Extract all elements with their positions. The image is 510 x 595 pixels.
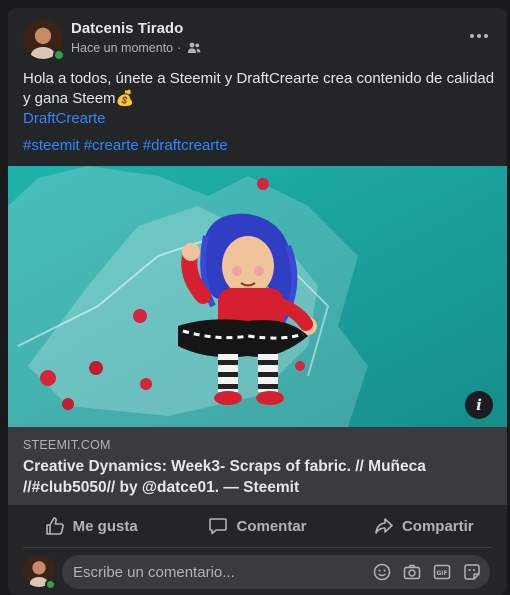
comment-composer: Escribe un comentario... GIF [8, 553, 507, 593]
post-text: Hola a todos, únete a Steemit y DraftCre… [23, 70, 495, 107]
hashtag[interactable]: #steemit [23, 137, 80, 154]
hashtag-list: #steemit #crearte #draftcrearte [23, 137, 228, 154]
friends-audience-icon[interactable] [187, 42, 201, 54]
divider [23, 547, 492, 548]
emoji-icon[interactable] [372, 562, 392, 582]
online-status-indicator [45, 579, 56, 590]
like-button[interactable]: Me gusta [8, 505, 174, 547]
camera-icon[interactable] [402, 562, 422, 582]
sticker-icon[interactable] [462, 562, 482, 582]
like-label: Me gusta [72, 517, 138, 535]
post-header: Datcenis Tirado Hace un momento · [8, 8, 507, 64]
comment-tools: GIF [372, 562, 482, 582]
post-body: Hola a todos, únete a Steemit y DraftCre… [23, 69, 497, 129]
gif-icon[interactable]: GIF [432, 562, 452, 582]
comment-label: Comentar [236, 517, 307, 535]
info-icon[interactable]: i [465, 391, 493, 419]
share-label: Compartir [401, 517, 474, 535]
hashtag[interactable]: #crearte [84, 137, 139, 154]
comment-input[interactable]: Escribe un comentario... GIF [62, 555, 490, 589]
author-name[interactable]: Datcenis Tirado [71, 20, 183, 37]
post-meta: Hace un momento · [71, 41, 201, 55]
comment-button[interactable]: Comentar [174, 505, 340, 547]
doll-photo [8, 166, 507, 427]
comment-icon [209, 518, 228, 535]
comment-placeholder: Escribe un comentario... [73, 564, 235, 581]
like-icon [45, 517, 64, 535]
link-title[interactable]: Creative Dynamics: Week3- Scraps of fabr… [23, 456, 493, 498]
online-status-indicator [53, 49, 65, 61]
more-options-icon[interactable] [465, 26, 493, 46]
post-card: Datcenis Tirado Hace un momento · Hola a… [8, 8, 507, 595]
post-timestamp[interactable]: Hace un momento [71, 41, 173, 55]
post-link[interactable]: DraftCrearte [23, 110, 106, 127]
link-domain: STEEMIT.COM [23, 438, 111, 452]
svg-text:GIF: GIF [436, 570, 447, 577]
post-actions: Me gusta Comentar Compartir [8, 505, 507, 547]
post-image[interactable]: i [8, 166, 507, 427]
hashtag[interactable]: #draftcrearte [143, 137, 228, 154]
share-icon [375, 518, 393, 534]
meta-separator: · [177, 41, 182, 55]
share-button[interactable]: Compartir [341, 505, 507, 547]
link-preview[interactable]: STEEMIT.COM Creative Dynamics: Week3- Sc… [8, 427, 507, 505]
